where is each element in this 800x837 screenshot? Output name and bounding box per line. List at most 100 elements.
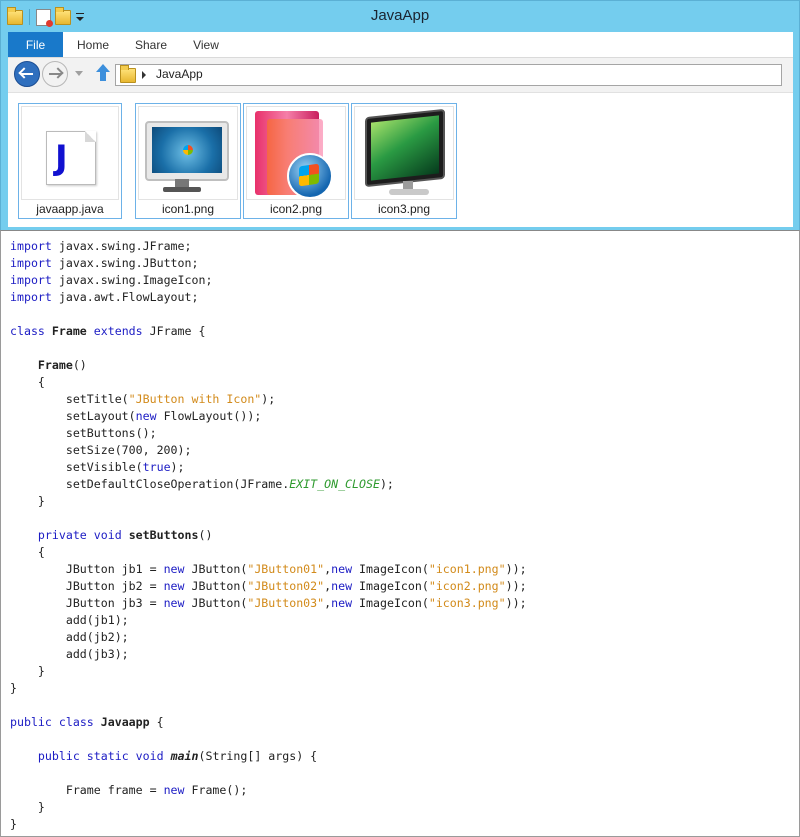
code-token: main bbox=[170, 749, 199, 763]
explorer-window: JavaApp File Home Share View JavaApp J j… bbox=[0, 0, 800, 231]
tab-file[interactable]: File bbox=[8, 32, 63, 57]
code-line: add(jb2); bbox=[10, 629, 527, 646]
tab-home[interactable]: Home bbox=[70, 32, 116, 57]
file-thumbnail: J bbox=[21, 106, 119, 200]
widescreen-monitor-icon bbox=[365, 108, 445, 188]
file-list: J javaapp.java icon1.png icon2.png icon3… bbox=[8, 93, 793, 227]
code-token: void bbox=[93, 528, 122, 542]
forward-button[interactable] bbox=[42, 61, 68, 87]
code-token: } bbox=[10, 664, 45, 678]
file-name: javaapp.java bbox=[36, 202, 104, 216]
code-line: { bbox=[10, 544, 527, 561]
code-token: add(jb2); bbox=[10, 630, 129, 644]
file-thumbnail bbox=[354, 106, 454, 200]
code-token: setLayout( bbox=[10, 409, 136, 423]
code-line: } bbox=[10, 816, 527, 833]
ribbon-tabs: File Home Share View bbox=[8, 32, 793, 58]
code-token: "JButton01" bbox=[247, 562, 325, 576]
code-editor[interactable]: import javax.swing.JFrame; import javax.s… bbox=[0, 230, 800, 837]
code-token: setSize(700, 200); bbox=[10, 443, 192, 457]
code-token: Javaapp bbox=[100, 715, 150, 729]
code-token: JButton( bbox=[184, 562, 248, 576]
code-line: add(jb3); bbox=[10, 646, 527, 663]
code-token: { bbox=[149, 715, 164, 729]
code-token: import bbox=[10, 239, 52, 253]
address-path[interactable]: JavaApp bbox=[156, 67, 203, 81]
recent-locations-dropdown[interactable] bbox=[75, 71, 83, 76]
file-item-icon1-png[interactable]: icon1.png bbox=[135, 103, 241, 219]
code-token: () bbox=[72, 358, 87, 372]
code-token: new bbox=[331, 596, 353, 610]
code-line: private void setButtons() bbox=[10, 527, 527, 544]
window-title: JavaApp bbox=[370, 7, 430, 24]
tab-view[interactable]: View bbox=[184, 32, 228, 57]
code-line: Frame() bbox=[10, 357, 527, 374]
code-token: javax.swing.JFrame; bbox=[51, 239, 192, 253]
code-line: Frame frame = new Frame(); bbox=[10, 782, 527, 799]
code-token: JFrame { bbox=[142, 324, 206, 338]
code-token: ImageIcon( bbox=[352, 562, 429, 576]
code-token: new bbox=[163, 562, 185, 576]
code-token: new bbox=[163, 596, 185, 610]
title-bar: JavaApp bbox=[1, 1, 799, 32]
code-token: ); bbox=[170, 460, 185, 474]
code-line: { bbox=[10, 374, 527, 391]
code-token: import bbox=[10, 290, 52, 304]
address-bar[interactable]: JavaApp bbox=[115, 64, 782, 86]
tab-share[interactable]: Share bbox=[126, 32, 176, 57]
forward-arrow-icon bbox=[49, 73, 61, 75]
file-thumbnail bbox=[246, 106, 346, 200]
code-token: FlowLayout()); bbox=[156, 409, 262, 423]
code-token: "icon2.png" bbox=[428, 579, 506, 593]
navigation-bar: JavaApp bbox=[8, 58, 793, 93]
code-token: import bbox=[10, 256, 52, 270]
file-thumbnail bbox=[138, 106, 238, 200]
code-token: public bbox=[37, 749, 80, 763]
file-item-javaapp-java[interactable]: J javaapp.java bbox=[18, 103, 122, 219]
code-token: "icon1.png" bbox=[428, 562, 506, 576]
code-line: JButton jb3 = new JButton("JButton03",ne… bbox=[10, 595, 527, 612]
file-name: icon2.png bbox=[269, 202, 323, 216]
file-item-icon3-png[interactable]: icon3.png bbox=[351, 103, 457, 219]
code-token: Frame bbox=[37, 358, 73, 372]
code-line: } bbox=[10, 799, 527, 816]
code-token: () bbox=[198, 528, 213, 542]
code-token: add(jb3); bbox=[10, 647, 129, 661]
code-token: ImageIcon( bbox=[352, 596, 429, 610]
code-token: )); bbox=[505, 579, 527, 593]
code-line: class Frame extends JFrame { bbox=[10, 323, 527, 340]
back-button[interactable] bbox=[14, 61, 40, 87]
code-token: } bbox=[10, 494, 45, 508]
code-line: setDefaultCloseOperation(JFrame.EXIT_ON_… bbox=[10, 476, 527, 493]
code-token: void bbox=[135, 749, 164, 763]
code-token: JButton jb1 = bbox=[10, 562, 164, 576]
code-line: } bbox=[10, 493, 527, 510]
up-arrow-icon[interactable] bbox=[96, 64, 110, 82]
file-item-icon2-png[interactable]: icon2.png bbox=[243, 103, 349, 219]
code-line: add(jb1); bbox=[10, 612, 527, 629]
code-line: public class Javaapp { bbox=[10, 714, 527, 731]
code-line: import java.awt.FlowLayout; bbox=[10, 289, 527, 306]
chevron-right-icon[interactable] bbox=[142, 71, 146, 79]
code-token: javax.swing.JButton; bbox=[51, 256, 199, 270]
code-token: add(jb1); bbox=[10, 613, 129, 627]
code-token: "JButton with Icon" bbox=[128, 392, 262, 406]
code-line: setLayout(new FlowLayout()); bbox=[10, 408, 527, 425]
code-token: setButtons bbox=[128, 528, 199, 542]
code-token: Frame(); bbox=[184, 783, 248, 797]
code-token: JButton jb2 = bbox=[10, 579, 164, 593]
code-token: Frame bbox=[51, 324, 87, 338]
code-token: static bbox=[86, 749, 129, 763]
code-token: extends bbox=[93, 324, 143, 338]
code-token: EXIT_ON_CLOSE bbox=[289, 477, 380, 491]
code-token: (String[] args) { bbox=[198, 749, 318, 763]
code-token: ); bbox=[261, 392, 276, 406]
code-token: "icon3.png" bbox=[428, 596, 506, 610]
